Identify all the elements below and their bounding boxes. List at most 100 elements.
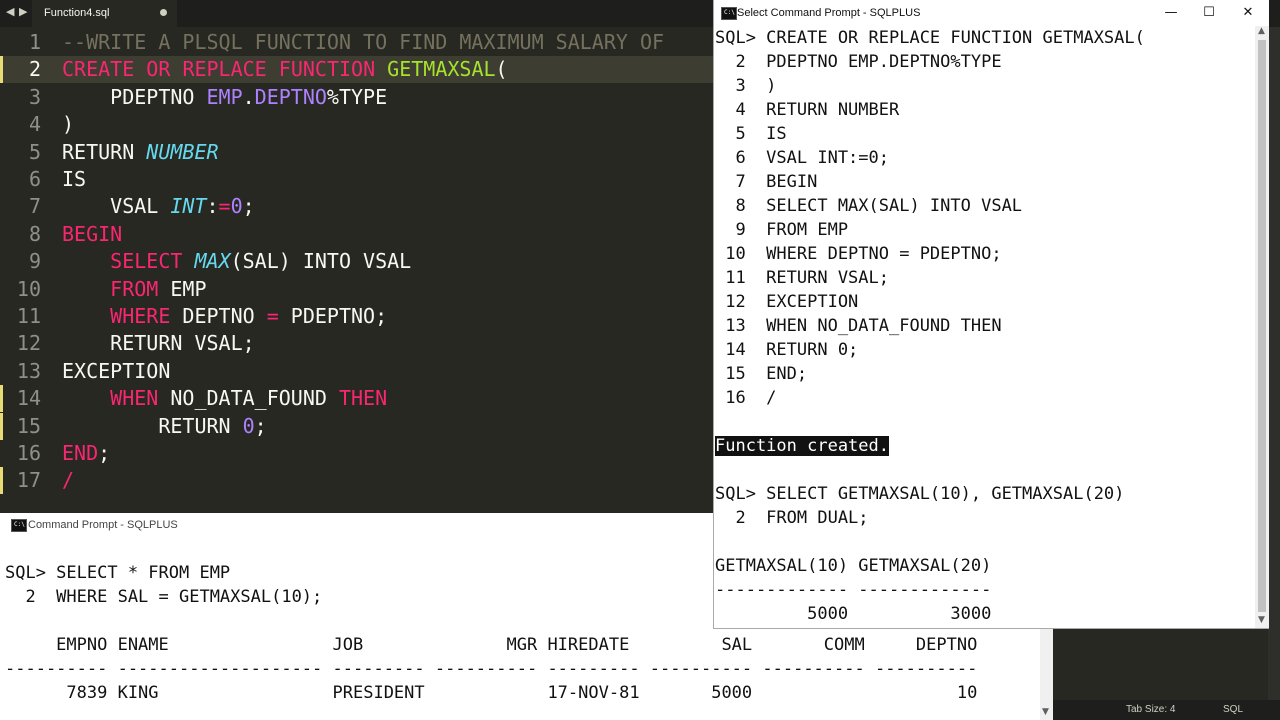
- console-line-text: SQL> SELECT * FROM EMP: [5, 563, 231, 583]
- code-token: THEN: [338, 386, 388, 411]
- status-syntax[interactable]: SQL: [1223, 704, 1243, 715]
- code-line[interactable]: 15 RETURN 0;: [0, 412, 713, 440]
- console-line: EMPNO ENAME JOB MGR HIREDATE SAL COMM DE…: [5, 633, 977, 657]
- nav-forward-icon[interactable]: ▶: [19, 5, 27, 18]
- command-prompt-window-top[interactable]: C:\ Select Command Prompt - SQLPLUS — ☐ …: [713, 0, 1269, 629]
- console-line-text: GETMAXSAL(10) GETMAXSAL(20): [715, 556, 992, 576]
- line-number[interactable]: 1: [0, 29, 41, 56]
- code-token: CREATE: [62, 57, 135, 82]
- code-token: %TYPE: [326, 84, 388, 109]
- code-area[interactable]: 1 --WRITE A PLSQL FUNCTION TO FIND MAXIMU…: [0, 29, 713, 519]
- code-token: PDEPTNO: [62, 84, 207, 109]
- console-line-text: 15 END;: [715, 364, 808, 384]
- code-line[interactable]: 3 PDEPTNO EMP.DEPTNO%TYPE: [0, 84, 713, 111]
- code-token: GETMAXSAL: [387, 57, 496, 82]
- code-text: --WRITE A PLSQL FUNCTION TO FIND MAXIMUM…: [62, 29, 664, 56]
- maximize-icon[interactable]: ☐: [1189, 3, 1229, 23]
- line-number[interactable]: 7: [0, 193, 41, 220]
- line-number[interactable]: 6: [0, 166, 41, 193]
- line-number[interactable]: 4: [0, 111, 41, 138]
- code-text: /: [62, 467, 74, 494]
- line-number[interactable]: 13: [0, 358, 41, 385]
- window-titlebar[interactable]: C:\ Select Command Prompt - SQLPLUS — ☐ …: [714, 0, 1269, 26]
- code-line[interactable]: 5 RETURN NUMBER: [0, 139, 713, 166]
- console-line-text: EMPNO ENAME JOB MGR HIREDATE SAL COMM DE…: [5, 635, 978, 655]
- code-line[interactable]: 1 --WRITE A PLSQL FUNCTION TO FIND MAXIMU…: [0, 29, 713, 56]
- console-line-text: SQL> SELECT GETMAXSAL(10), GETMAXSAL(20): [715, 484, 1125, 504]
- line-number[interactable]: 15: [0, 413, 41, 440]
- line-number[interactable]: 2: [0, 56, 41, 83]
- code-text: BEGIN: [62, 221, 122, 248]
- minimize-icon[interactable]: —: [1151, 3, 1191, 23]
- code-token: RETURN: [62, 413, 243, 438]
- code-line[interactable]: 7 VSAL INT:=0;: [0, 193, 713, 220]
- code-line[interactable]: 14 WHEN NO_DATA_FOUND THEN: [0, 385, 713, 413]
- console-line: 2 PDEPTNO EMP.DEPTNO%TYPE: [715, 50, 1001, 74]
- line-number[interactable]: 9: [0, 248, 41, 275]
- console-line-text: 5000 3000: [715, 604, 992, 624]
- unsaved-dot-icon[interactable]: [160, 9, 167, 16]
- code-token: END: [62, 441, 99, 465]
- tab-label: Function4.sql: [44, 7, 110, 19]
- console-output[interactable]: SQL> CREATE OR REPLACE FUNCTION GETMAXSA…: [714, 26, 1255, 628]
- scroll-down-icon[interactable]: ▼: [1258, 615, 1265, 625]
- code-token: 0: [242, 413, 255, 438]
- code-token: BEGIN: [62, 221, 123, 246]
- code-token: SELECT: [110, 249, 183, 274]
- console-line: Function created.: [715, 434, 889, 458]
- code-token: NUMBER: [146, 139, 219, 164]
- console-line: 5 IS: [715, 122, 786, 146]
- status-tab-size[interactable]: Tab Size: 4: [1126, 704, 1175, 715]
- line-number[interactable]: 5: [0, 139, 41, 166]
- line-number[interactable]: 12: [0, 330, 41, 357]
- line-number[interactable]: 3: [0, 84, 41, 111]
- minimap[interactable]: [1268, 27, 1280, 700]
- close-icon[interactable]: ✕: [1228, 3, 1268, 23]
- code-line[interactable]: 16 END;: [0, 440, 713, 467]
- scroll-down-icon[interactable]: ▼: [1042, 707, 1049, 717]
- code-line[interactable]: 9 SELECT MAX(SAL) INTO VSAL: [0, 248, 713, 275]
- code-token: (SAL) INTO VSAL: [230, 249, 412, 274]
- code-line[interactable]: 8 BEGIN: [0, 221, 713, 248]
- scroll-up-icon[interactable]: ▲: [1258, 26, 1265, 36]
- vertical-scrollbar[interactable]: ▲ ▼: [1255, 26, 1269, 628]
- nav-back-icon[interactable]: ◀: [6, 5, 14, 18]
- tab-function4-sql[interactable]: Function4.sql: [32, 0, 177, 27]
- code-line[interactable]: 11 WHERE DEPTNO = PDEPTNO;: [0, 303, 713, 330]
- code-token: ;: [242, 194, 255, 219]
- code-line[interactable]: 10 FROM EMP: [0, 276, 713, 303]
- code-line[interactable]: 13 EXCEPTION: [0, 358, 713, 385]
- cmd-icon-text: C:\: [14, 521, 25, 528]
- console-line-text: 14 RETURN 0;: [715, 340, 859, 360]
- line-number[interactable]: 8: [0, 221, 41, 248]
- console-line: 8 SELECT MAX(SAL) INTO VSAL: [715, 194, 1022, 218]
- code-token: ;: [254, 413, 267, 438]
- code-line[interactable]: 17 /: [0, 467, 713, 495]
- scrollbar-thumb[interactable]: [1258, 40, 1266, 612]
- console-line-text: 16 /: [715, 388, 777, 408]
- code-line[interactable]: 6 IS: [0, 166, 713, 193]
- code-text: RETURN VSAL;: [62, 330, 255, 357]
- code-line[interactable]: 12 RETURN VSAL;: [0, 330, 713, 357]
- line-number[interactable]: 10: [0, 276, 41, 303]
- code-token: =: [218, 194, 231, 219]
- line-number[interactable]: 17: [0, 467, 41, 494]
- code-line[interactable]: 2 CREATE OR REPLACE FUNCTION GETMAXSAL(: [0, 56, 713, 84]
- console-line: SQL> SELECT GETMAXSAL(10), GETMAXSAL(20): [715, 482, 1124, 506]
- code-token: RETURN: [62, 139, 147, 164]
- window-title: Command Prompt - SQLPLUS: [28, 519, 178, 531]
- console-line: 16 /: [715, 386, 776, 410]
- line-number[interactable]: 11: [0, 303, 41, 330]
- code-token: ;: [98, 441, 111, 465]
- line-number[interactable]: 16: [0, 440, 41, 467]
- code-token: WHEN: [110, 386, 159, 411]
- code-token: (: [495, 57, 508, 82]
- line-number[interactable]: 14: [0, 385, 41, 412]
- code-line[interactable]: 4): [0, 111, 713, 138]
- console-line: 6 VSAL INT:=0;: [715, 146, 889, 170]
